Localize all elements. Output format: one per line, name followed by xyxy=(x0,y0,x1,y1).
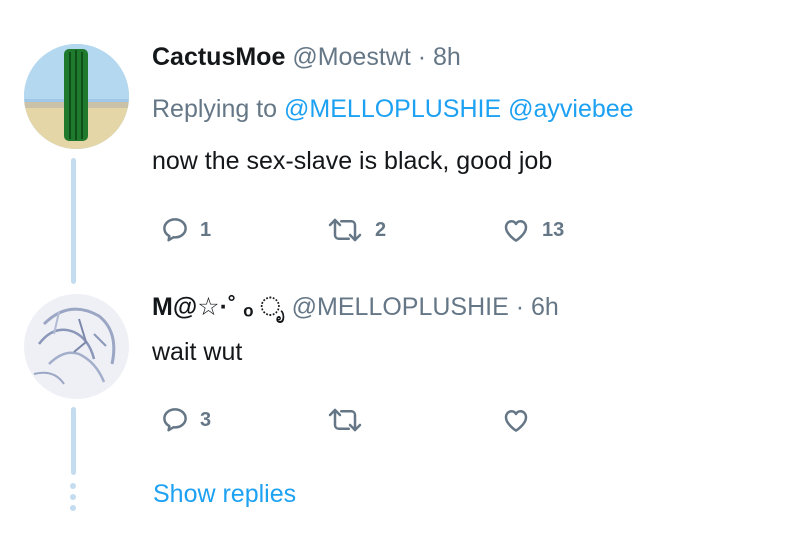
retweet-icon xyxy=(328,218,362,242)
user-handle[interactable]: @MELLOPLUSHIE xyxy=(292,293,509,321)
tweet-header: CactusMoe @Moestwt · 8h xyxy=(152,42,461,72)
user-handle[interactable]: @Moestwt xyxy=(292,43,410,71)
retweet-button[interactable] xyxy=(325,405,375,435)
avatar-melloplushie[interactable] xyxy=(24,294,129,399)
replying-to: Replying to @MELLOPLUSHIE @ayviebee xyxy=(152,94,634,124)
timestamp[interactable]: 8h xyxy=(433,43,461,71)
retweet-icon xyxy=(328,408,362,432)
thread-dot xyxy=(70,505,76,511)
tweet-text: now the sex-slave is black, good job xyxy=(152,147,553,175)
reply-button[interactable]: 3 xyxy=(160,405,211,435)
retweet-count: 2 xyxy=(375,218,387,241)
avatar-cactusmoe[interactable] xyxy=(24,44,129,149)
mention-link[interactable]: @ayviebee xyxy=(508,95,633,123)
thread-dot xyxy=(70,483,76,489)
thread-line xyxy=(71,158,76,284)
reply-count: 1 xyxy=(200,218,212,241)
separator: · xyxy=(515,293,525,321)
reply-count: 3 xyxy=(200,408,212,431)
separator: · xyxy=(417,43,427,71)
show-replies-link[interactable]: Show replies xyxy=(153,479,296,509)
heart-icon xyxy=(504,410,528,432)
reply-icon xyxy=(163,218,187,242)
timestamp[interactable]: 6h xyxy=(531,293,559,321)
heart-icon xyxy=(504,220,528,242)
like-button[interactable]: 13 xyxy=(500,215,564,245)
like-button[interactable] xyxy=(500,405,542,435)
retweet-button[interactable]: 2 xyxy=(325,215,386,245)
tweet-text: wait wut xyxy=(152,338,243,366)
mention-link[interactable]: @MELLOPLUSHIE xyxy=(284,95,501,123)
reply-icon xyxy=(163,408,187,432)
reply-button[interactable]: 1 xyxy=(160,215,211,245)
thread-line xyxy=(71,407,76,475)
thread-dot xyxy=(70,494,76,500)
replying-to-label: Replying to xyxy=(152,95,278,123)
display-name[interactable]: CactusMoe xyxy=(152,43,285,71)
tweet-header: M@☆·˚ ₒ ೃ @MELLOPLUSHIE · 6h xyxy=(152,292,559,322)
display-name[interactable]: M@☆·˚ ₒ ೃ xyxy=(152,293,285,321)
like-count: 13 xyxy=(542,218,565,241)
